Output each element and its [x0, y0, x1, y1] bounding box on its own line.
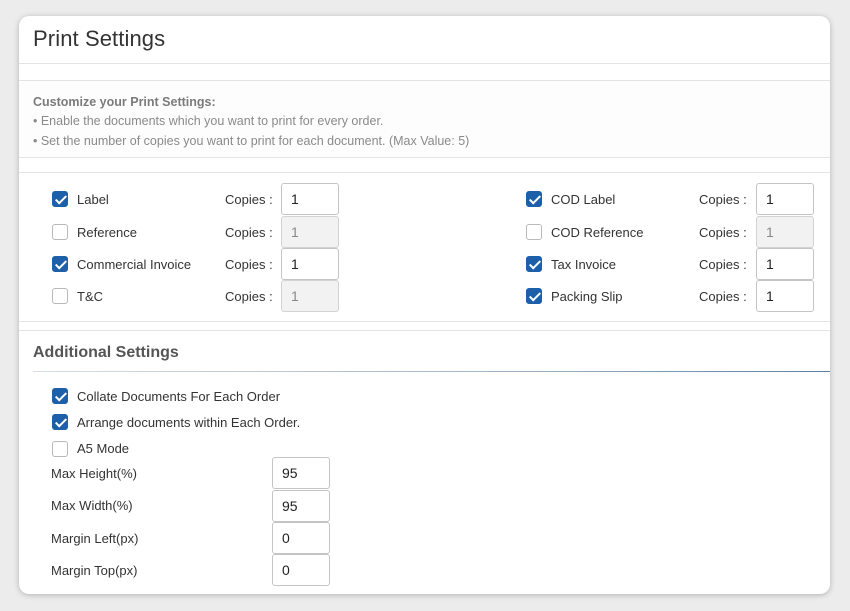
copies-label: Copies :: [225, 257, 273, 272]
margin-left-input[interactable]: [272, 522, 330, 554]
copies-label: Copies :: [225, 289, 273, 304]
additional-settings-underline: [33, 371, 830, 372]
a5-mode-checkbox[interactable]: [52, 441, 68, 457]
option-label: Collate Documents For Each Order: [77, 389, 281, 404]
copies-label: Copies :: [699, 289, 747, 304]
arrange-checkbox[interactable]: [52, 414, 68, 430]
copies-label: Copies :: [699, 257, 747, 272]
reference-copies-input[interactable]: [281, 216, 339, 248]
document-label: Commercial Invoice: [77, 257, 192, 272]
tnc-copies-input[interactable]: [281, 280, 339, 312]
info-heading: Customize your Print Settings:: [33, 95, 216, 109]
info-line: • Enable the documents which you want to…: [33, 114, 384, 128]
max-height-input[interactable]: [272, 457, 330, 489]
label-checkbox[interactable]: [52, 191, 68, 207]
info-box: Customize your Print Settings: • Enable …: [19, 80, 830, 158]
document-label: Tax Invoice: [551, 257, 617, 272]
copies-label: Copies :: [699, 192, 747, 207]
section-divider: [19, 330, 830, 331]
document-label: COD Label: [551, 192, 616, 207]
document-label: Reference: [77, 225, 137, 240]
additional-settings-title: Additional Settings: [33, 344, 179, 361]
copies-label: Copies :: [225, 225, 273, 240]
document-label: COD Reference: [551, 225, 644, 240]
option-label: A5 Mode: [77, 441, 130, 456]
tax-invoice-copies-input[interactable]: [756, 248, 814, 280]
print-settings-panel: Print Settings Customize your Print Sett…: [19, 16, 830, 594]
cod-label-copies-input[interactable]: [756, 183, 814, 215]
field-label: Margin Top(px): [51, 563, 138, 578]
collate-checkbox[interactable]: [52, 388, 68, 404]
cod-reference-copies-input[interactable]: [756, 216, 814, 248]
copies-label: Copies :: [699, 225, 747, 240]
documents-section: Label Copies : Reference Copies : Commer…: [19, 172, 830, 322]
page-title: Print Settings: [33, 26, 166, 51]
option-label: Arrange documents within Each Order.: [77, 415, 301, 430]
reference-checkbox[interactable]: [52, 224, 68, 240]
panel-header: Print Settings: [19, 16, 830, 64]
field-label: Max Width(%): [51, 498, 133, 513]
max-width-input[interactable]: [272, 490, 330, 522]
cod-label-checkbox[interactable]: [526, 191, 542, 207]
packing-slip-copies-input[interactable]: [756, 280, 814, 312]
copies-label: Copies :: [225, 192, 273, 207]
packing-slip-checkbox[interactable]: [526, 288, 542, 304]
document-label: T&C: [77, 289, 103, 304]
cod-reference-checkbox[interactable]: [526, 224, 542, 240]
field-label: Max Height(%): [51, 466, 137, 481]
field-label: Margin Left(px): [51, 531, 139, 546]
margin-top-input[interactable]: [272, 554, 330, 586]
tnc-checkbox[interactable]: [52, 288, 68, 304]
label-copies-input[interactable]: [281, 183, 339, 215]
commercial-invoice-copies-input[interactable]: [281, 248, 339, 280]
commercial-invoice-checkbox[interactable]: [52, 256, 68, 272]
tax-invoice-checkbox[interactable]: [526, 256, 542, 272]
document-label: Label: [77, 192, 109, 207]
info-line: • Set the number of copies you want to p…: [33, 134, 470, 148]
document-label: Packing Slip: [551, 289, 623, 304]
